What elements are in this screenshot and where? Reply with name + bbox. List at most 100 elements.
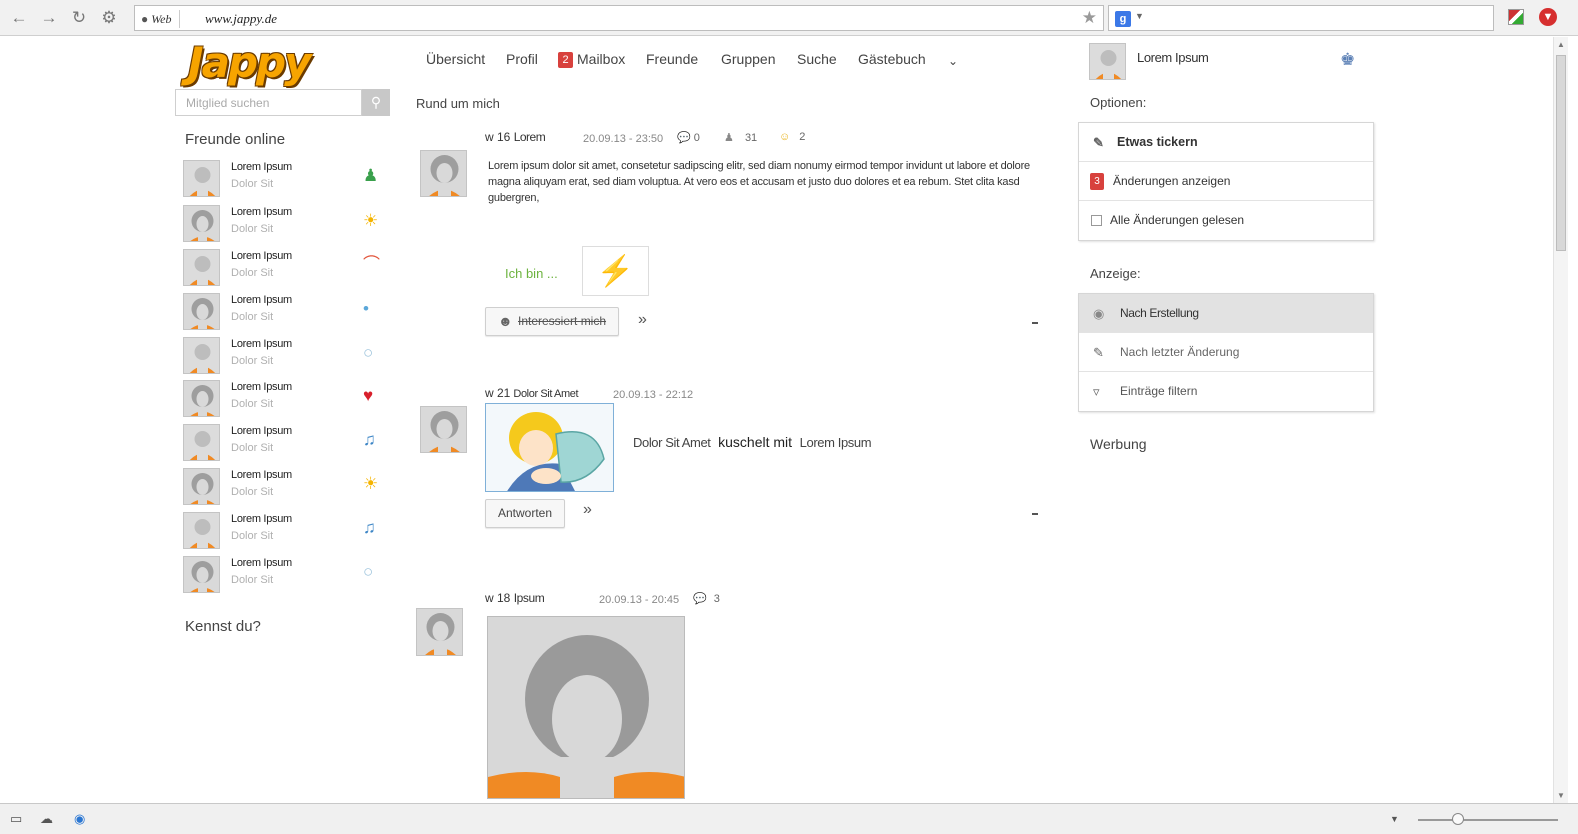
friend-status: Dolor Sit (231, 267, 274, 279)
lightning-icon: ⚡ (582, 246, 649, 296)
friend-row[interactable]: Lorem Ipsum Dolor Sit ☀ (183, 205, 393, 245)
key-icon[interactable]: ⚙ (98, 7, 120, 29)
back-icon[interactable]: ← (8, 7, 30, 29)
console-icon[interactable]: ▭ (10, 811, 22, 827)
friend-row[interactable]: Lorem Ipsum Dolor Sit ♥ (183, 380, 393, 420)
nav-freunde[interactable]: Freunde (646, 51, 698, 67)
post-date: 20.09.13 - 22:12 (613, 389, 694, 401)
google-icon[interactable]: g (1115, 11, 1131, 27)
double-chevron-right-icon[interactable]: » (583, 501, 592, 519)
friend-name[interactable]: Lorem Ipsum (231, 557, 292, 569)
post-author[interactable]: w 21 Dolor Sit Amet (485, 386, 579, 400)
interested-button[interactable]: ☻ Interessiert mich (485, 307, 620, 336)
filter-entries-option[interactable]: ▿ Einträge filtern (1079, 372, 1373, 411)
search-bar[interactable]: g ▼ (1108, 5, 1494, 31)
friend-row[interactable]: Lorem Ipsum Dolor Sit ☀ (183, 468, 393, 508)
sort-by-creation-option[interactable]: ◉ Nach Erstellung (1079, 294, 1373, 333)
nav-gaestebuch[interactable]: Gästebuch (858, 51, 926, 67)
addon-icon[interactable]: ▼ (1539, 8, 1557, 26)
page-scrollbar[interactable]: ▲ ▼ (1553, 37, 1568, 803)
nav-profil[interactable]: Profil (506, 51, 538, 67)
friend-row[interactable]: Lorem Ipsum Dolor Sit ♫ (183, 512, 393, 552)
friend-name[interactable]: Lorem Ipsum (231, 161, 292, 173)
user-icon: ♟ (363, 166, 379, 185)
user-name[interactable]: Lorem Ipsum (1137, 50, 1209, 65)
action-object-link[interactable]: Lorem Ipsum (800, 435, 872, 450)
friend-name[interactable]: Lorem Ipsum (231, 425, 292, 437)
friend-avatar[interactable] (183, 337, 220, 374)
forward-icon[interactable]: → (38, 7, 60, 29)
cloud-icon[interactable]: ☁ (40, 811, 53, 827)
action-subject-link[interactable]: Dolor Sit Amet (633, 435, 711, 450)
friend-row[interactable]: Lorem Ipsum Dolor Sit ⌒ (183, 249, 393, 289)
friend-name[interactable]: Lorem Ipsum (231, 206, 292, 218)
friend-name[interactable]: Lorem Ipsum (231, 381, 292, 393)
friend-avatar[interactable] (183, 556, 220, 593)
mark-all-read-checkbox[interactable] (1091, 215, 1102, 226)
friend-avatar[interactable] (183, 160, 220, 197)
collapse-icon[interactable] (1032, 322, 1038, 324)
mark-all-read-option[interactable]: Alle Änderungen gelesen (1079, 201, 1373, 240)
friend-name[interactable]: Lorem Ipsum (231, 513, 292, 525)
friend-row[interactable]: Lorem Ipsum Dolor Sit ♫ (183, 424, 393, 464)
options-panel: ✎ Etwas tickern 3 Änderungen anzeigen Alle… (1078, 122, 1374, 241)
friend-name[interactable]: Lorem Ipsum (231, 250, 292, 262)
friend-avatar[interactable] (183, 424, 220, 461)
url-text[interactable]: www.jappy.de (205, 10, 277, 28)
reply-button[interactable]: Antworten (485, 499, 566, 528)
post-author[interactable]: w 18 Ipsum (485, 591, 545, 605)
extension-icon[interactable] (1508, 9, 1524, 25)
sort-by-last-change-option[interactable]: ✎ Nach letzter Änderung (1079, 333, 1373, 372)
jappy-logo[interactable]: Jappy (188, 40, 328, 86)
search-engine-dropdown-icon[interactable]: ▼ (1135, 11, 1144, 21)
nav-uebersicht[interactable]: Übersicht (426, 51, 485, 67)
friend-avatar[interactable] (183, 512, 220, 549)
friend-row[interactable]: Lorem Ipsum Dolor Sit • (183, 293, 393, 333)
ticker-option[interactable]: ✎ Etwas tickern (1079, 123, 1373, 162)
comments-count[interactable]: 💬 0 (677, 131, 700, 144)
member-search-input[interactable]: Mitglied suchen (175, 89, 362, 116)
friend-row[interactable]: Lorem Ipsum Dolor Sit ○ (183, 556, 393, 596)
bookmark-star-icon[interactable]: ★ (1082, 8, 1097, 28)
friend-status: Dolor Sit (231, 486, 274, 498)
likes-count[interactable]: ☺ 2 (779, 131, 805, 143)
reload-icon[interactable]: ↻ (68, 7, 90, 29)
double-chevron-right-icon[interactable]: » (638, 311, 647, 329)
zoom-slider-knob[interactable] (1452, 813, 1464, 825)
friend-avatar[interactable] (183, 293, 220, 330)
zoom-slider[interactable] (1418, 819, 1558, 821)
friend-name[interactable]: Lorem Ipsum (231, 338, 292, 350)
post-avatar[interactable] (416, 608, 463, 656)
friend-avatar[interactable] (183, 380, 220, 417)
comments-count[interactable]: 💬 3 (693, 592, 720, 605)
address-bar[interactable]: ● Web www.jappy.de ★ (134, 5, 1104, 31)
user-avatar[interactable] (1089, 43, 1126, 80)
friend-row[interactable]: Lorem Ipsum Dolor Sit ♟ (183, 160, 393, 200)
friend-name[interactable]: Lorem Ipsum (231, 294, 292, 306)
collapse-icon[interactable] (1032, 513, 1038, 515)
display-title: Anzeige: (1090, 266, 1141, 281)
nav-suche[interactable]: Suche (797, 51, 837, 67)
post-avatar[interactable] (420, 406, 467, 453)
show-changes-option[interactable]: 3 Änderungen anzeigen (1079, 162, 1373, 201)
site-identity[interactable]: ● Web (141, 10, 181, 28)
friend-avatar[interactable] (183, 468, 220, 505)
post-photo[interactable] (487, 616, 685, 799)
nav-mailbox[interactable]: 2 Mailbox (558, 51, 625, 68)
zoom-menu-icon[interactable]: ▼ (1390, 814, 1399, 824)
post-avatar[interactable] (420, 150, 467, 197)
post-author[interactable]: w 16 Lorem (485, 130, 546, 144)
smiley-icon: ☺ (779, 131, 791, 143)
search-icon[interactable]: ⚲ (362, 89, 390, 116)
nav-gruppen[interactable]: Gruppen (721, 51, 775, 67)
friend-name[interactable]: Lorem Ipsum (231, 469, 292, 481)
friend-avatar[interactable] (183, 249, 220, 286)
scroll-down-icon[interactable]: ▼ (1557, 791, 1565, 800)
friend-avatar[interactable] (183, 205, 220, 242)
scroll-up-icon[interactable]: ▲ (1557, 40, 1565, 49)
friend-row[interactable]: Lorem Ipsum Dolor Sit ○ (183, 337, 393, 377)
scroll-thumb[interactable] (1556, 55, 1566, 251)
sync-icon[interactable]: ◉ (74, 811, 85, 827)
chevron-down-icon[interactable]: ⌄ (948, 54, 958, 68)
mood-status-icon[interactable]: ♚ (1340, 50, 1355, 70)
